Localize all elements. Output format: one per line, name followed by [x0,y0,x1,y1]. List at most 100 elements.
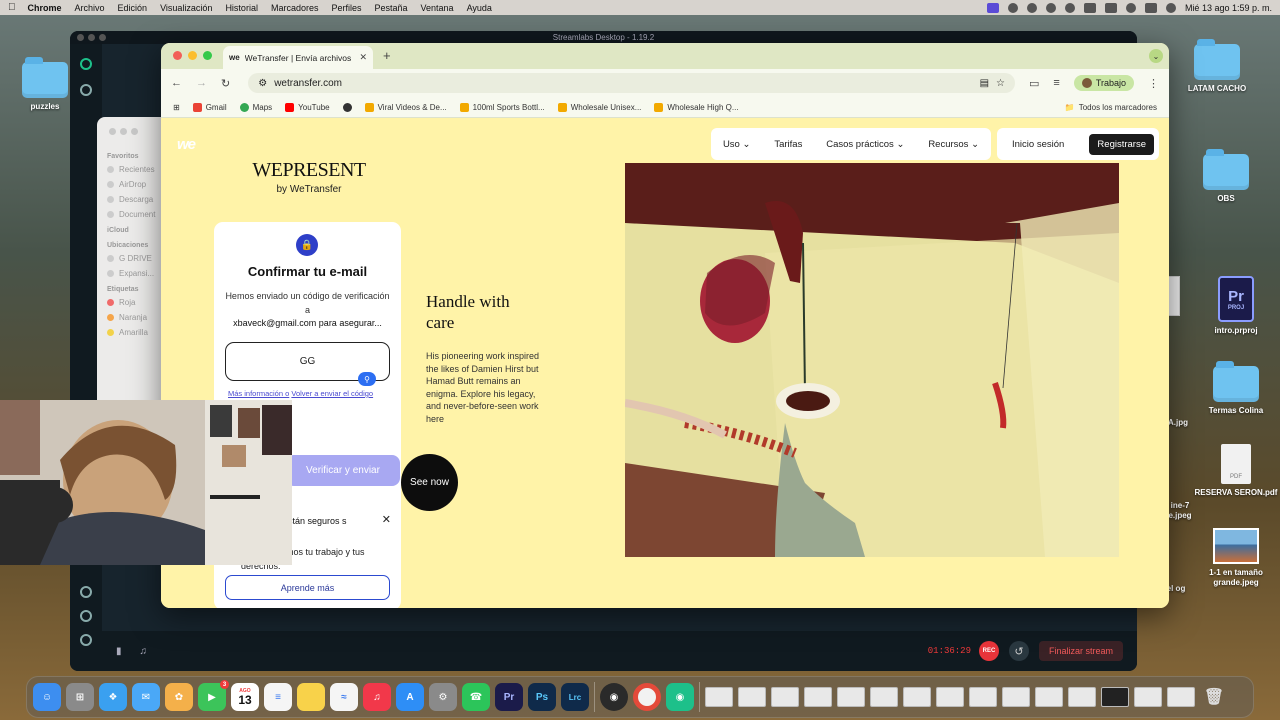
dock-minimized-window[interactable] [771,687,799,707]
dock-minimized-window[interactable] [837,687,865,707]
clock-status-icon[interactable] [1064,2,1075,13]
close-dot-icon[interactable] [77,34,84,41]
dock-safari-icon[interactable]: ❖ [99,683,127,711]
dock-minimized-window[interactable] [903,687,931,707]
menu-perfiles[interactable]: Perfiles [331,3,361,13]
bookmark-gmail[interactable]: Gmail [192,102,227,112]
desktop-folder-latam-cacho[interactable]: LATAM CACHO [1172,39,1262,94]
more-info-link[interactable]: Más información o [228,389,289,398]
chrome-menu-icon[interactable]: ⋮ [1148,77,1159,90]
tab-search-chevron-icon[interactable]: ⌄ [1149,49,1163,63]
desktop-file-intro-prproj[interactable]: Pr PROJ intro.prproj [1191,276,1280,336]
password-manager-key-icon[interactable]: ⚲ [358,372,376,386]
menu-app-name[interactable]: Chrome [28,3,62,13]
dock-launchpad-icon[interactable]: ⊞ [66,683,94,711]
play-icon[interactable] [80,84,92,96]
dock-minimized-window[interactable] [1134,687,1162,707]
dock-lightroom-icon[interactable]: Lrc [561,683,589,711]
dock-notes-icon[interactable] [297,683,325,711]
dock-music-icon[interactable]: ♫ [363,683,391,711]
editor-icon[interactable] [80,58,92,70]
settings-gear-icon[interactable] [80,610,92,622]
siri-icon[interactable] [1165,2,1176,13]
menu-clock[interactable]: Mié 13 ago 1:59 p. m. [1185,3,1272,13]
finder-item-documentos[interactable]: Document [107,210,167,219]
stats-icon[interactable]: ▮ [116,646,122,657]
login-link[interactable]: Inicio sesión [1012,139,1064,150]
menu-edicion[interactable]: Edición [118,3,148,13]
bookmark-maps[interactable]: Maps [239,102,272,112]
finder-tag-naranja[interactable]: Naranja [107,313,167,322]
dock-minimized-window[interactable] [1101,687,1129,707]
dock-streamlabs-icon[interactable]: ◉ [666,683,694,711]
tab-wetransfer[interactable]: we WeTransfer | Envía archivos gr ✕ [223,46,373,69]
dock-freeform-icon[interactable]: ≈ [330,683,358,711]
menu-marcadores[interactable]: Marcadores [271,3,319,13]
dock-minimized-window[interactable] [804,687,832,707]
finder-tag-roja[interactable]: Roja [107,298,167,307]
dock-trash-icon[interactable]: 🗑 [1200,683,1228,711]
screen-record-icon[interactable] [986,2,999,13]
bookmark-youtube[interactable]: YouTube [285,102,330,112]
dock-whatsapp-icon[interactable]: ☎ [462,683,490,711]
zoom-window-icon[interactable] [203,51,212,60]
nav-uso[interactable]: Uso ⌄ [723,139,751,150]
control-center-icon[interactable] [1144,2,1157,13]
menu-ayuda[interactable]: Ayuda [467,3,492,13]
bookmark-viral-videos[interactable]: Viral Videos & De... [364,102,447,112]
bookmark-sports-bottle[interactable]: 100ml Sports Bottl... [459,102,545,112]
finder-tag-amarilla[interactable]: Amarilla [107,328,167,337]
extensions-icon[interactable]: ▭ [1029,77,1039,90]
finder-item-g-drive[interactable]: G DRIVE [107,254,167,263]
notifications-bell-icon[interactable]: ♫ [140,646,148,657]
close-tab-icon[interactable]: ✕ [359,52,367,63]
address-bar[interactable]: ⚙ wetransfer.com ▤ ☆ [248,73,1015,93]
dock-minimized-window[interactable] [969,687,997,707]
close-icon[interactable]: ✕ [382,513,391,526]
battery-icon[interactable] [1104,2,1117,13]
creative-cloud-icon[interactable] [1026,2,1037,13]
rec-button[interactable]: REC [978,641,999,661]
nav-casos-practicos[interactable]: Casos prácticos ⌄ [826,139,904,150]
back-arrow-icon[interactable]: ← [171,77,182,89]
bookmark-wholesale-unisex[interactable]: Wholesale Unisex... [557,102,641,112]
dock-finder-icon[interactable]: ☺ [33,683,61,711]
desktop-folder-obs[interactable]: OBS [1181,149,1271,204]
dock-minimized-window[interactable] [1068,687,1096,707]
dock-minimized-window[interactable] [1035,687,1063,707]
reading-list-icon[interactable]: ≡ [1053,77,1059,89]
close-window-icon[interactable] [173,51,182,60]
dock-obs-icon[interactable]: ◉ [600,683,628,711]
minimize-window-icon[interactable] [188,51,197,60]
zoom-dot-icon[interactable] [99,34,106,41]
dock-minimized-window[interactable] [1002,687,1030,707]
apple-menu-icon[interactable]:  [8,2,16,13]
menu-pestana[interactable]: Pestaña [375,3,408,13]
wifi-icon[interactable] [1083,2,1096,13]
article-title[interactable]: Handle with care [426,291,536,333]
desktop-file-reserva-seron[interactable]: PDF RESERVA SERON.pdf [1191,444,1280,498]
menu-historial[interactable]: Historial [225,3,258,13]
obs-status-icon[interactable] [1007,2,1018,13]
nav-recursos[interactable]: Recursos ⌄ [928,139,979,150]
reload-icon[interactable]: ↻ [221,77,230,90]
finder-item-expansion[interactable]: Expansi... [107,269,167,278]
finder-item-descargas[interactable]: Descarga [107,195,167,204]
learn-more-button[interactable]: Aprende más [225,575,390,600]
register-button[interactable]: Registrarse [1089,133,1154,155]
verify-and-send-button[interactable]: Verificar y enviar [286,455,400,486]
menu-visualizacion[interactable]: Visualización [160,3,212,13]
minimize-dot-icon[interactable] [88,34,95,41]
finder-item-recientes[interactable]: Recientes [107,165,167,174]
wepresent-logo[interactable]: WEPRESENT by WeTransfer [249,159,369,195]
dock-minimized-window[interactable] [936,687,964,707]
resend-code-link[interactable]: Volver a enviar el código [291,389,373,398]
bookmark-star-icon[interactable]: ☆ [996,78,1005,89]
dock-chrome-icon[interactable] [633,683,661,711]
finder-item-airdrop[interactable]: AirDrop [107,180,167,189]
zoom-dot-icon[interactable] [131,128,138,135]
dock-settings-icon[interactable]: ⚙ [429,683,457,711]
dock-appstore-icon[interactable]: A [396,683,424,711]
menu-archivo[interactable]: Archivo [75,3,105,13]
wetransfer-logo[interactable]: we [177,136,196,153]
